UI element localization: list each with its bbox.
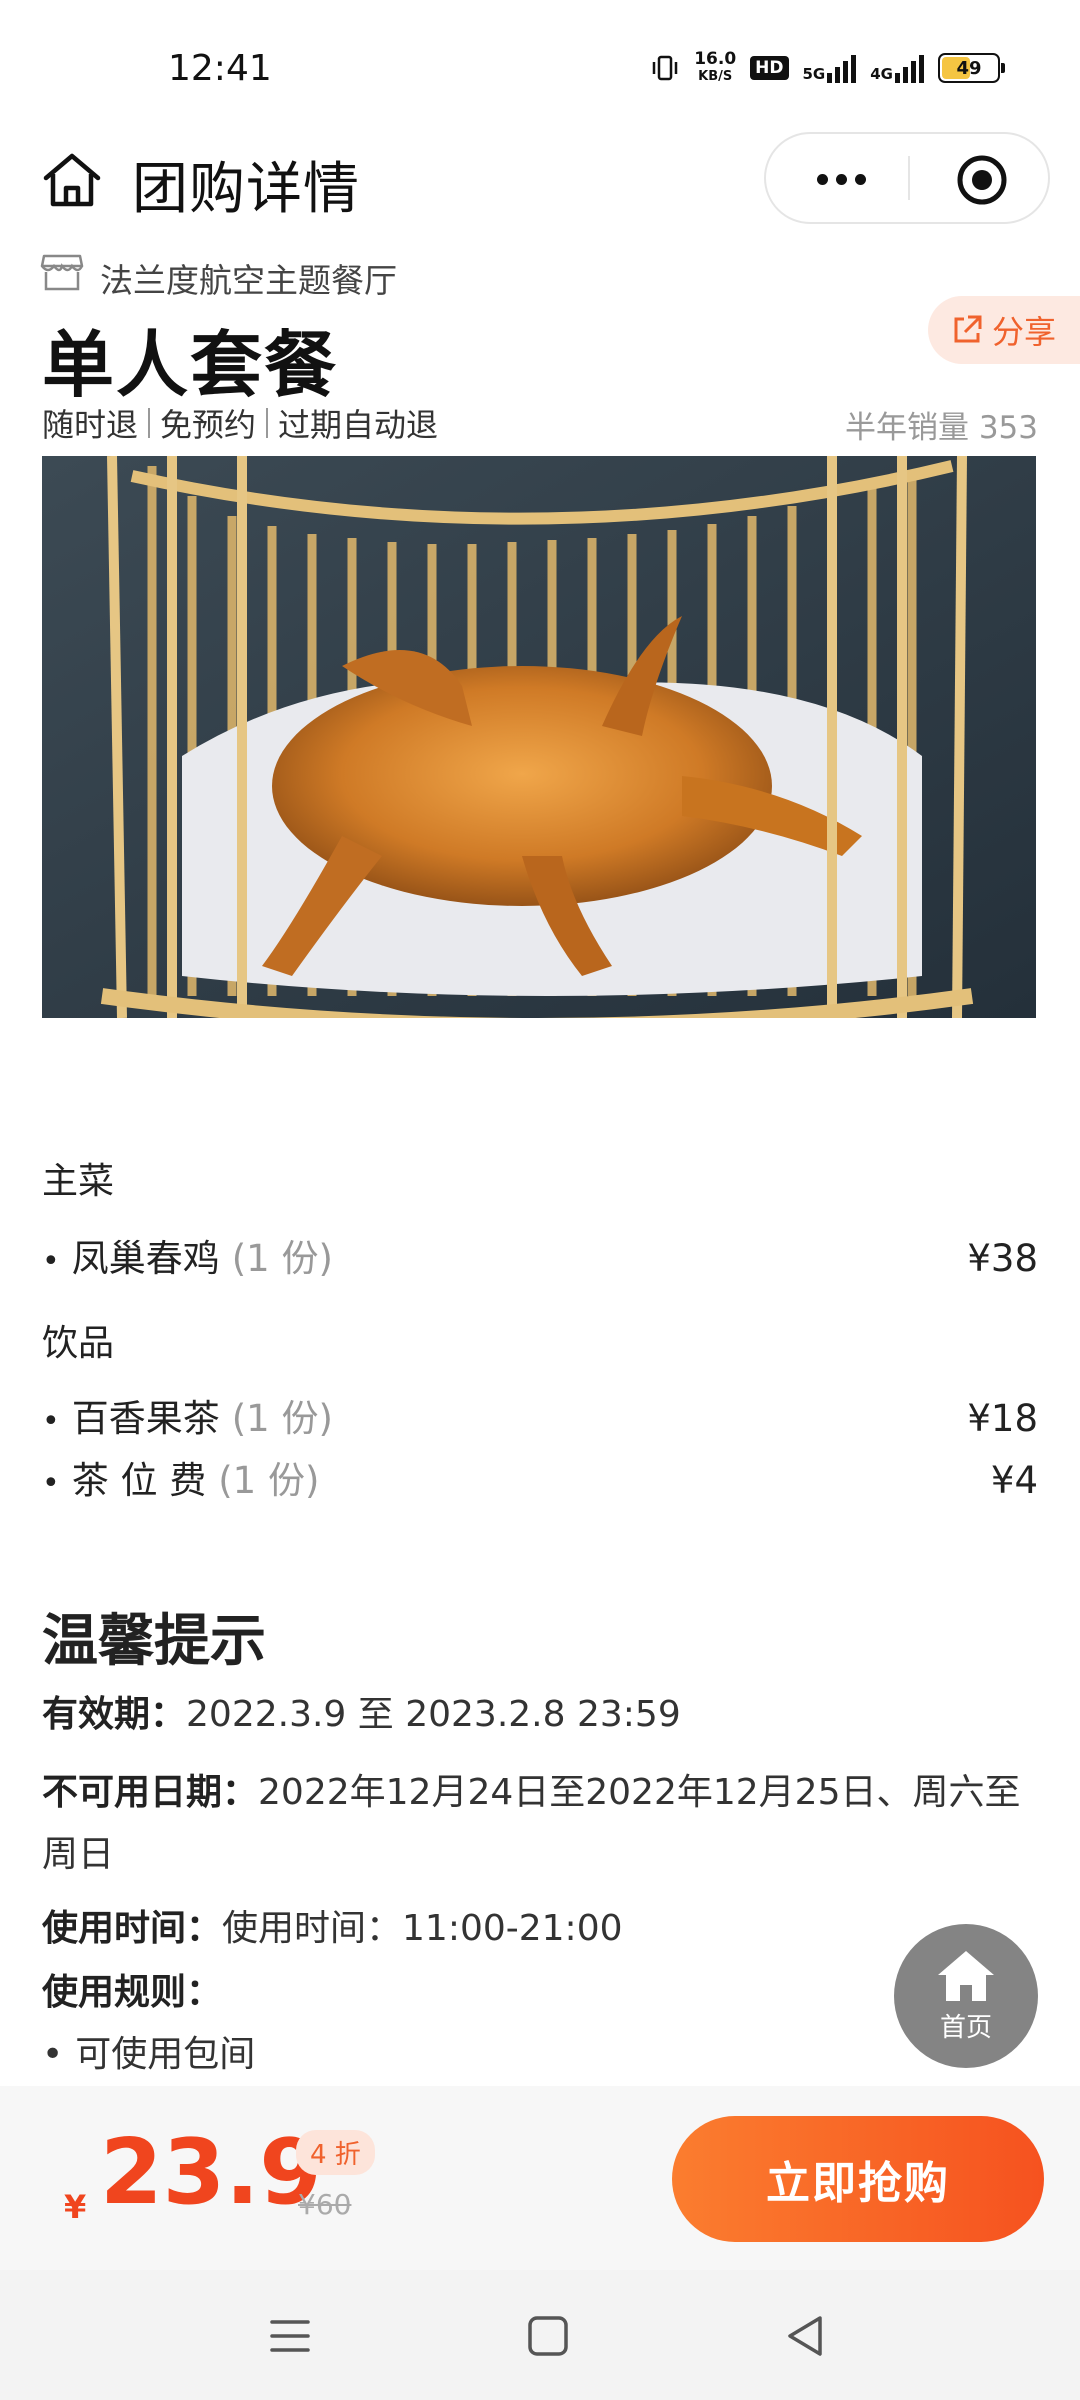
tag-refund-anytime: 随时退	[42, 406, 139, 444]
buy-now-button[interactable]: 立即抢购	[672, 2116, 1044, 2242]
hd-badge: HD	[750, 56, 789, 80]
page-title: 团购详情	[132, 157, 360, 222]
menu-item: • 凤巢春鸡 (1 份) ¥38	[42, 1237, 1038, 1280]
original-price: ¥60	[298, 2188, 352, 2221]
tip-rule-item: • 可使用包间	[42, 2034, 256, 2075]
status-time: 12:41	[168, 48, 272, 89]
item-name: 百香果茶	[71, 1397, 220, 1440]
home-icon	[938, 1950, 994, 2001]
item-name: 茶 位 费	[71, 1459, 207, 1502]
tag-no-reservation: 免预约	[160, 406, 257, 444]
mini-program-capsule	[764, 132, 1050, 224]
tip-value: 2022年12月24日至2022年12月25日、周六至	[258, 1772, 1021, 1813]
item-qty: (1 份)	[218, 1459, 320, 1502]
tip-label: 使用时间：	[42, 1908, 223, 1949]
item-qty: (1 份)	[231, 1237, 333, 1280]
menu-item: • 茶 位 费 (1 份) ¥4	[42, 1459, 1038, 1502]
status-icons: 16.0 KB/S HD 5G 4G 49	[650, 49, 1005, 86]
deal-title: 单人套餐	[42, 323, 339, 407]
home-icon[interactable]	[40, 148, 104, 212]
current-price: 23.9	[100, 2120, 323, 2225]
item-qty: (1 份)	[231, 1397, 333, 1440]
signal-5g-icon: 5G	[803, 53, 857, 83]
home-square-icon[interactable]	[518, 2306, 578, 2366]
menu-item: • 百香果茶 (1 份) ¥18	[42, 1397, 1038, 1440]
back-icon[interactable]	[776, 2306, 836, 2366]
signal-4g-icon: 4G	[870, 53, 924, 83]
tag-auto-refund: 过期自动退	[278, 406, 439, 444]
more-icon[interactable]	[806, 154, 876, 204]
tag-divider	[266, 408, 269, 438]
discount-badge: 4 折	[296, 2130, 375, 2175]
tip-value: 2022.3.9 至 2023.2.8 23:59	[186, 1694, 681, 1735]
float-home-label: 首页	[939, 2012, 992, 2043]
sales-count: 半年销量 353	[844, 410, 1038, 446]
shop-name[interactable]: 法兰度航空主题餐厅	[100, 254, 397, 302]
tip-validity: 有效期：2022.3.9 至 2023.2.8 23:59	[42, 1678, 1042, 1752]
tip-label: 有效期：	[42, 1694, 187, 1735]
tip-value: 使用时间：11:00-21:00	[222, 1908, 623, 1949]
menu-section-main: 主菜	[42, 1161, 115, 1202]
float-home-button[interactable]: 首页	[894, 1924, 1038, 2068]
tip-rule-text: 可使用包间	[75, 2034, 256, 2075]
tip-unavailable-cont: 周日	[42, 1834, 115, 1875]
item-price: ¥18	[967, 1397, 1038, 1440]
menu-icon[interactable]	[260, 2306, 320, 2366]
target-icon[interactable]	[956, 154, 1008, 206]
menu-section-drinks: 饮品	[42, 1323, 115, 1364]
store-icon	[40, 254, 84, 291]
tip-time: 使用时间：使用时间：11:00-21:00	[42, 1892, 1042, 1966]
deal-tags: 随时退 免预约 过期自动退	[42, 400, 438, 446]
share-label: 分享	[992, 313, 1057, 351]
item-price: ¥4	[990, 1459, 1038, 1502]
share-icon	[954, 315, 982, 343]
item-price: ¥38	[967, 1237, 1038, 1280]
product-image[interactable]	[42, 456, 1036, 1018]
share-button[interactable]: 分享	[928, 296, 1080, 364]
price-currency: ¥	[64, 2188, 87, 2226]
capsule-divider	[908, 156, 910, 200]
tips-title: 温馨提示	[42, 1609, 266, 1674]
item-name: 凤巢春鸡	[71, 1237, 220, 1280]
vibrate-icon	[652, 55, 678, 81]
battery-icon: 49	[938, 53, 1005, 83]
net-speed: 16.0 KB/S	[694, 49, 737, 84]
tip-label: 不可用日期：	[42, 1772, 259, 1813]
battery-level: 49	[956, 57, 982, 79]
tag-divider	[148, 408, 151, 438]
tip-label: 使用规则：	[42, 1972, 223, 2013]
